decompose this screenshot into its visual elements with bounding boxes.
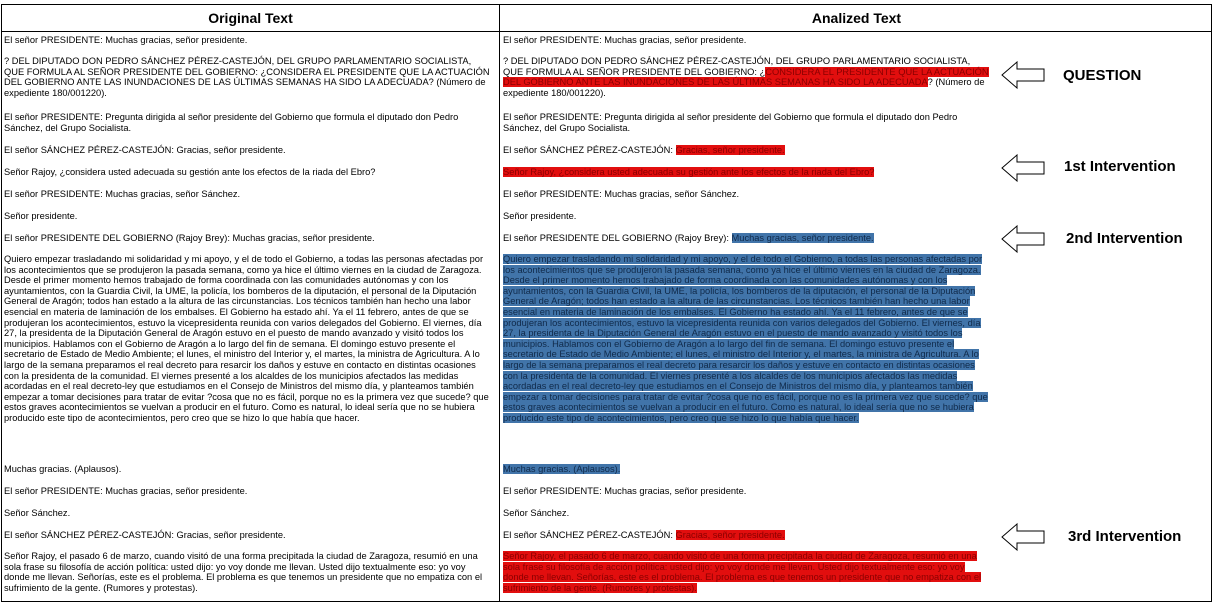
intervention-highlight: Muchas gracias. (Aplausos). [503,464,621,474]
annotation-label-2nd-intervention: 2nd Intervention [1066,230,1183,247]
annotation-label-3rd-intervention: 3rd Intervention [1068,528,1182,545]
header-divider [2,31,1211,32]
intervention-highlight: Quiero empezar trasladando mi solidarida… [503,254,988,423]
original-paragraph: El señor PRESIDENTE: Muchas gracias, señ… [4,486,248,496]
analyzed-paragraph: El señor PRESIDENTE: Muchas gracias, señ… [503,486,747,496]
analyzed-paragraph: ? DEL DIPUTADO DON PEDRO SÁNCHEZ PÉREZ-C… [503,56,989,98]
analyzed-paragraph: Señor Rajoy, el pasado 6 de marzo, cuand… [503,551,991,593]
intervention-highlight: Señor Rajoy, el pasado 6 de marzo, cuand… [503,551,982,593]
original-paragraph: Señor Rajoy, el pasado 6 de marzo, cuand… [4,551,483,593]
original-paragraph: El señor SÁNCHEZ PÉREZ-CASTEJÓN: Gracias… [4,530,286,540]
original-paragraph: Señor Sánchez. [4,508,71,518]
analyzed-paragraph: El señor PRESIDENTE: Muchas gracias, señ… [503,35,747,45]
left-arrow-icon [1001,60,1045,90]
left-arrow-icon [1001,153,1045,183]
original-paragraph: El señor PRESIDENTE: Muchas gracias, señ… [4,35,248,45]
analyzed-paragraph: Señor Sánchez. [503,508,570,518]
original-paragraph: El señor PRESIDENTE: Pregunta dirigida a… [4,112,459,133]
annotation-label-1st-intervention: 1st Intervention [1064,158,1176,175]
intervention-highlight: Gracias, señor presidente. [675,145,785,155]
annotation-label-question: QUESTION [1063,67,1142,84]
original-paragraph: El señor PRESIDENTE: Muchas gracias, señ… [4,189,241,199]
original-paragraph: El señor PRESIDENTE DEL GOBIERNO (Rajoy … [4,233,375,243]
intervention-highlight: Muchas gracias, señor presidente. [731,233,874,243]
analyzed-paragraph: Muchas gracias. (Aplausos). [503,464,991,475]
original-text-header: Original Text [208,10,293,26]
analyzed-paragraph: El señor PRESIDENTE: Muchas gracias, señ… [503,189,740,199]
analyzed-paragraph: El señor PRESIDENTE DEL GOBIERNO (Rajoy … [503,233,874,243]
left-arrow-icon [1001,522,1045,552]
original-paragraph: El señor SÁNCHEZ PÉREZ-CASTEJÓN: Gracias… [4,145,286,155]
original-paragraph: Muchas gracias. (Aplausos). [4,464,122,474]
analyzed-paragraph: El señor SÁNCHEZ PÉREZ-CASTEJÓN: Gracias… [503,530,785,540]
analyzed-paragraph: Quiero empezar trasladando mi solidarida… [503,254,991,424]
analyzed-paragraph: Señor presidente. [503,211,577,221]
intervention-highlight: Gracias, señor presidente. [675,530,785,540]
column-divider [499,5,500,601]
analyzed-paragraph: El señor SÁNCHEZ PÉREZ-CASTEJÓN: Gracias… [503,145,785,155]
original-paragraph: Señor Rajoy, ¿considera usted adecuada s… [4,167,376,177]
analyzed-paragraph: Señor Rajoy, ¿considera usted adecuada s… [503,167,991,178]
intervention-highlight: Señor Rajoy, ¿considera usted adecuada s… [503,167,875,177]
analyzed-paragraph: El señor PRESIDENTE: Pregunta dirigida a… [503,112,958,133]
original-paragraph: ? DEL DIPUTADO DON PEDRO SÁNCHEZ PÉREZ-C… [4,56,490,98]
analyzed-text-header: Analized Text [811,10,902,26]
left-arrow-icon [1001,224,1045,254]
original-paragraph: Quiero empezar trasladando mi solidarida… [4,254,489,423]
original-paragraph: Señor presidente. [4,211,78,221]
